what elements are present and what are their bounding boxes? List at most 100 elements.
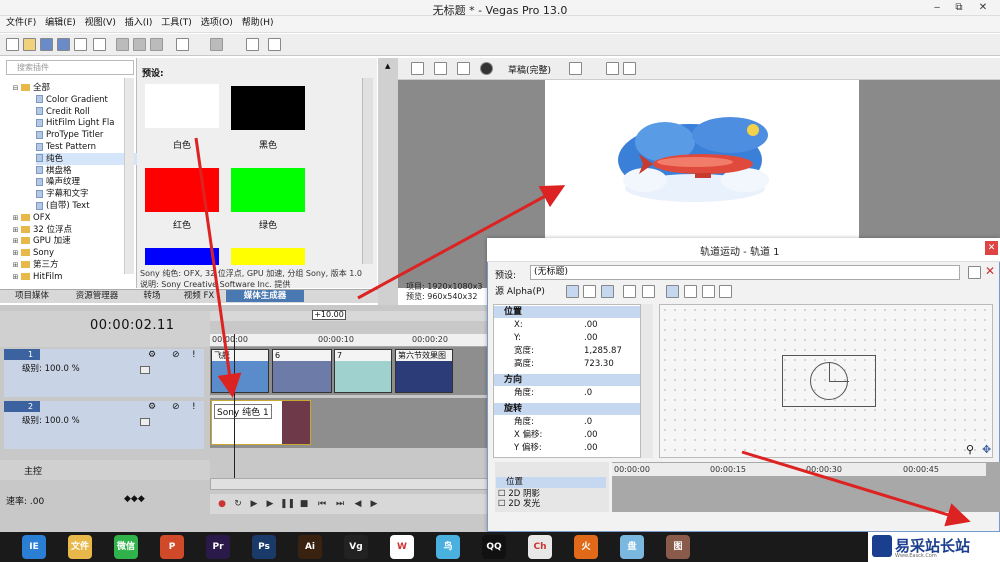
tab-video-fx[interactable]: 视频 FX bbox=[174, 290, 224, 302]
menu-options[interactable]: 选项(O) bbox=[201, 16, 233, 31]
preset-blue[interactable] bbox=[145, 248, 219, 265]
zoom-icon[interactable]: ⚲ bbox=[966, 443, 974, 456]
expand-icon[interactable]: ⊞ bbox=[12, 224, 19, 236]
taskbar-app-icon[interactable]: Pr bbox=[206, 535, 230, 559]
clip-effect[interactable]: 第六节效果图 bbox=[395, 349, 453, 393]
overlay-icon[interactable] bbox=[480, 62, 493, 75]
menu-file[interactable]: 文件(F) bbox=[6, 16, 36, 31]
go-start-icon[interactable]: ⏮ bbox=[316, 498, 328, 510]
mute-icon[interactable]: ⊘ bbox=[172, 350, 180, 360]
plugin-tree-item[interactable]: ⊞ 32 位浮点 bbox=[12, 224, 136, 236]
menu-insert[interactable]: 插入(I) bbox=[125, 16, 153, 31]
prev-frame-icon[interactable]: ◀ bbox=[352, 498, 364, 510]
redo-icon[interactable] bbox=[210, 38, 223, 51]
open-icon[interactable] bbox=[23, 38, 36, 51]
enable-rotation-icon[interactable] bbox=[601, 285, 614, 298]
scale-center-icon[interactable] bbox=[684, 285, 697, 298]
taskbar-app-icon[interactable]: IE bbox=[22, 535, 46, 559]
clip-7[interactable]: 7 bbox=[334, 349, 392, 393]
stop-icon[interactable]: ■ bbox=[298, 498, 310, 510]
scale-icon[interactable] bbox=[642, 285, 655, 298]
preset-red[interactable] bbox=[145, 168, 219, 212]
expand-icon[interactable]: ⊞ bbox=[12, 271, 19, 283]
preset-white[interactable] bbox=[145, 84, 219, 128]
render-icon[interactable] bbox=[74, 38, 87, 51]
next-frame-icon[interactable]: ▶ bbox=[368, 498, 380, 510]
source-alpha-dropdown[interactable]: 源 Alpha(P) bbox=[495, 284, 545, 297]
loop-bar[interactable] bbox=[210, 311, 492, 321]
undo-icon[interactable] bbox=[176, 38, 189, 51]
preset-dropdown[interactable]: (无标题) bbox=[530, 265, 960, 280]
preset-scrollbar[interactable] bbox=[362, 78, 373, 264]
tab-project-media[interactable]: 项目媒体 bbox=[2, 290, 62, 302]
tab-transitions[interactable]: 转场 bbox=[132, 290, 172, 302]
playhead-cursor[interactable] bbox=[234, 334, 235, 484]
expand-icon[interactable]: ⊞ bbox=[12, 212, 19, 224]
level-slider[interactable] bbox=[140, 418, 150, 426]
loop-icon[interactable]: ↻ bbox=[232, 498, 244, 510]
save-snapshot-icon[interactable] bbox=[623, 62, 636, 75]
prop-x-offset[interactable]: X 偏移: .00 bbox=[494, 429, 640, 442]
paste-icon[interactable] bbox=[150, 38, 163, 51]
clip-6[interactable]: 6 bbox=[272, 349, 332, 393]
rate-slider-icon[interactable]: ◆◆◆ bbox=[124, 494, 145, 504]
plugin-tree-item[interactable]: ⊞ GPU 加速 bbox=[12, 235, 136, 247]
level-slider[interactable] bbox=[140, 366, 150, 374]
taskbar-app-icon[interactable]: P bbox=[160, 535, 184, 559]
preset-yellow[interactable] bbox=[231, 248, 305, 265]
collapse-icon[interactable]: ⊟ bbox=[12, 82, 19, 94]
solo-icon[interactable]: ! bbox=[192, 350, 196, 360]
save-preset-icon[interactable] bbox=[968, 266, 981, 279]
close-icon[interactable]: ✕ bbox=[972, 1, 994, 15]
taskbar-app-icon[interactable]: 鸟 bbox=[436, 535, 460, 559]
taskbar-app-icon[interactable]: Vg bbox=[344, 535, 368, 559]
move-icon[interactable]: ✥ bbox=[982, 443, 991, 456]
tab-explorer[interactable]: 资源管理器 bbox=[64, 290, 130, 302]
menu-view[interactable]: 视图(V) bbox=[85, 16, 116, 31]
maximize-icon[interactable]: ⧉ bbox=[948, 1, 970, 15]
splitter-arrow-icon[interactable]: ▲ bbox=[385, 62, 390, 70]
prevent-x-icon[interactable] bbox=[702, 285, 715, 298]
tab-media-generators[interactable]: 媒体生成器 bbox=[226, 290, 304, 302]
prop-x[interactable]: X: .00 bbox=[494, 319, 640, 332]
plugin-search-input[interactable]: 搜索插件 bbox=[6, 60, 134, 75]
preview-quality[interactable]: 草稿(完整) bbox=[508, 63, 551, 76]
y-axis-handle[interactable] bbox=[829, 362, 830, 382]
normal-edit-icon[interactable] bbox=[583, 285, 596, 298]
split-screen-icon[interactable] bbox=[457, 62, 470, 75]
expand-icon[interactable]: ⊞ bbox=[12, 259, 19, 271]
prop-rotation-angle[interactable]: 角度: .0 bbox=[494, 416, 640, 429]
plugin-tree-item[interactable]: ⊞ HitFilm bbox=[12, 271, 136, 283]
lock-aspect-icon[interactable] bbox=[666, 285, 679, 298]
prop-orientation-angle[interactable]: 角度: .0 bbox=[494, 387, 640, 400]
record-icon[interactable]: ● bbox=[216, 498, 228, 510]
pause-icon[interactable]: ❚❚ bbox=[280, 498, 295, 510]
snapping-icon[interactable] bbox=[623, 285, 636, 298]
play-from-start-icon[interactable]: ▶ bbox=[248, 498, 260, 510]
prop-height[interactable]: 高度: 723.30 bbox=[494, 358, 640, 371]
external-monitor-icon[interactable] bbox=[434, 62, 447, 75]
prop-y[interactable]: Y: .00 bbox=[494, 332, 640, 345]
mute-icon[interactable]: ⊘ bbox=[172, 402, 180, 412]
preview-settings-icon[interactable] bbox=[411, 62, 424, 75]
properties-icon[interactable] bbox=[93, 38, 106, 51]
x-axis-handle[interactable] bbox=[829, 381, 849, 382]
save-as-icon[interactable] bbox=[57, 38, 70, 51]
taskbar-app-icon[interactable]: Ai bbox=[298, 535, 322, 559]
taskbar-app-icon[interactable]: 图 bbox=[666, 535, 690, 559]
copy-icon[interactable] bbox=[133, 38, 146, 51]
menu-edit[interactable]: 编辑(E) bbox=[45, 16, 76, 31]
go-end-icon[interactable]: ⏭ bbox=[334, 498, 346, 510]
track-fx-icon[interactable]: ⚙ bbox=[148, 402, 156, 412]
timeline-hscroll[interactable] bbox=[210, 478, 492, 490]
plugin-tree-item[interactable]: ⊞ 第三方 bbox=[12, 259, 136, 271]
taskbar-app-icon[interactable]: Ps bbox=[252, 535, 276, 559]
group-orientation[interactable]: 方向 bbox=[494, 374, 640, 386]
pane-splitter[interactable] bbox=[378, 58, 398, 305]
taskbar-app-icon[interactable]: Ch bbox=[528, 535, 552, 559]
grid-icon[interactable] bbox=[569, 62, 582, 75]
menu-help[interactable]: 帮助(H) bbox=[242, 16, 274, 31]
taskbar-app-icon[interactable]: 文件 bbox=[68, 535, 92, 559]
taskbar-app-icon[interactable]: 盘 bbox=[620, 535, 644, 559]
plugin-scrollbar[interactable] bbox=[124, 78, 134, 274]
